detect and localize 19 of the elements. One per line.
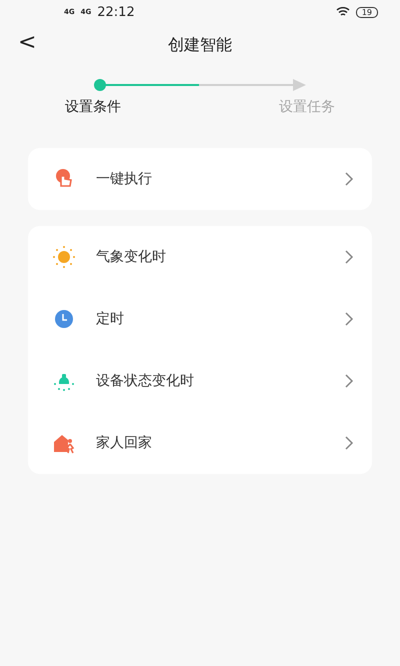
condition-row[interactable]: 一键执行 — [28, 148, 372, 210]
condition-row[interactable]: 气象变化时 — [28, 226, 372, 288]
chevron-icon — [344, 436, 354, 450]
step-label: 设置任务 — [279, 98, 335, 116]
sun-icon — [52, 245, 76, 269]
chevron-icon — [344, 312, 354, 326]
battery-level: 19 — [356, 6, 378, 18]
status-time: 22:12 — [97, 4, 135, 20]
condition-row[interactable]: 家人回家 — [28, 412, 372, 474]
step-label: 设置条件 — [65, 98, 121, 116]
clock-icon — [52, 307, 76, 331]
chevron-icon — [344, 172, 354, 186]
page-title: 创建智能 — [168, 34, 232, 56]
condition-row[interactable]: 定时 — [28, 288, 372, 350]
wifi-icon — [336, 7, 350, 17]
back-button[interactable]: < — [14, 30, 40, 55]
condition-row[interactable]: 设备状态变化时 — [28, 350, 372, 412]
chevron-icon — [344, 374, 354, 388]
chevron-icon — [344, 250, 354, 264]
